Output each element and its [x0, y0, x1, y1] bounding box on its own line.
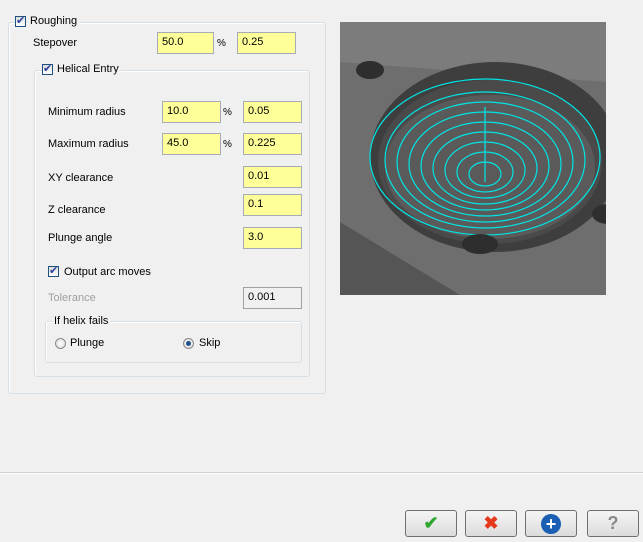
if-helix-fails-label: If helix fails — [52, 315, 111, 327]
roughing-checkbox[interactable] — [15, 14, 26, 27]
xy-clearance-input[interactable]: 0.01 — [243, 166, 302, 188]
cancel-button[interactable]: ✖ — [465, 510, 517, 537]
plunge-radio[interactable] — [55, 338, 66, 349]
xy-clearance-label: XY clearance — [46, 172, 116, 184]
max-radius-percent-input[interactable]: 45.0 — [162, 133, 221, 155]
plunge-angle-label: Plunge angle — [46, 232, 115, 244]
separator — [0, 472, 643, 474]
output-arc-moves-checkbox[interactable] — [48, 264, 59, 277]
add-button[interactable]: + — [525, 510, 577, 537]
output-arc-moves-label: Output arc moves — [62, 266, 153, 278]
percent-label: % — [217, 38, 226, 49]
tolerance-label: Tolerance — [46, 292, 98, 304]
helical-entry-checkbox[interactable] — [42, 62, 53, 75]
help-button[interactable]: ? — [587, 510, 639, 537]
percent-label: % — [223, 139, 232, 150]
min-radius-label: Minimum radius — [46, 106, 128, 118]
stepover-value-input[interactable]: 0.25 — [237, 32, 296, 54]
min-radius-percent-input[interactable]: 10.0 — [162, 101, 221, 123]
roughing-label: Roughing — [28, 15, 80, 27]
stepover-label: Stepover — [31, 37, 80, 49]
check-icon: ✔ — [423, 513, 439, 533]
x-icon: ✖ — [483, 513, 499, 533]
toolpath-preview-image — [340, 22, 606, 295]
stepover-percent-input[interactable]: 50.0 — [157, 32, 214, 54]
max-radius-value-input[interactable]: 0.225 — [243, 133, 302, 155]
tolerance-input[interactable]: 0.001 — [243, 287, 302, 309]
ok-button[interactable]: ✔ — [405, 510, 457, 537]
help-icon: ? — [607, 513, 619, 533]
helical-entry-label: Helical Entry — [55, 63, 121, 75]
plus-icon: + — [541, 513, 561, 534]
plunge-angle-input[interactable]: 3.0 — [243, 227, 302, 249]
plunge-radio-label: Plunge — [68, 337, 107, 349]
z-clearance-input[interactable]: 0.1 — [243, 194, 302, 216]
z-clearance-label: Z clearance — [46, 204, 108, 216]
min-radius-value-input[interactable]: 0.05 — [243, 101, 302, 123]
skip-radio-label: Skip — [197, 337, 223, 349]
percent-label: % — [223, 107, 232, 118]
skip-radio[interactable] — [183, 338, 194, 349]
max-radius-label: Maximum radius — [46, 138, 131, 150]
